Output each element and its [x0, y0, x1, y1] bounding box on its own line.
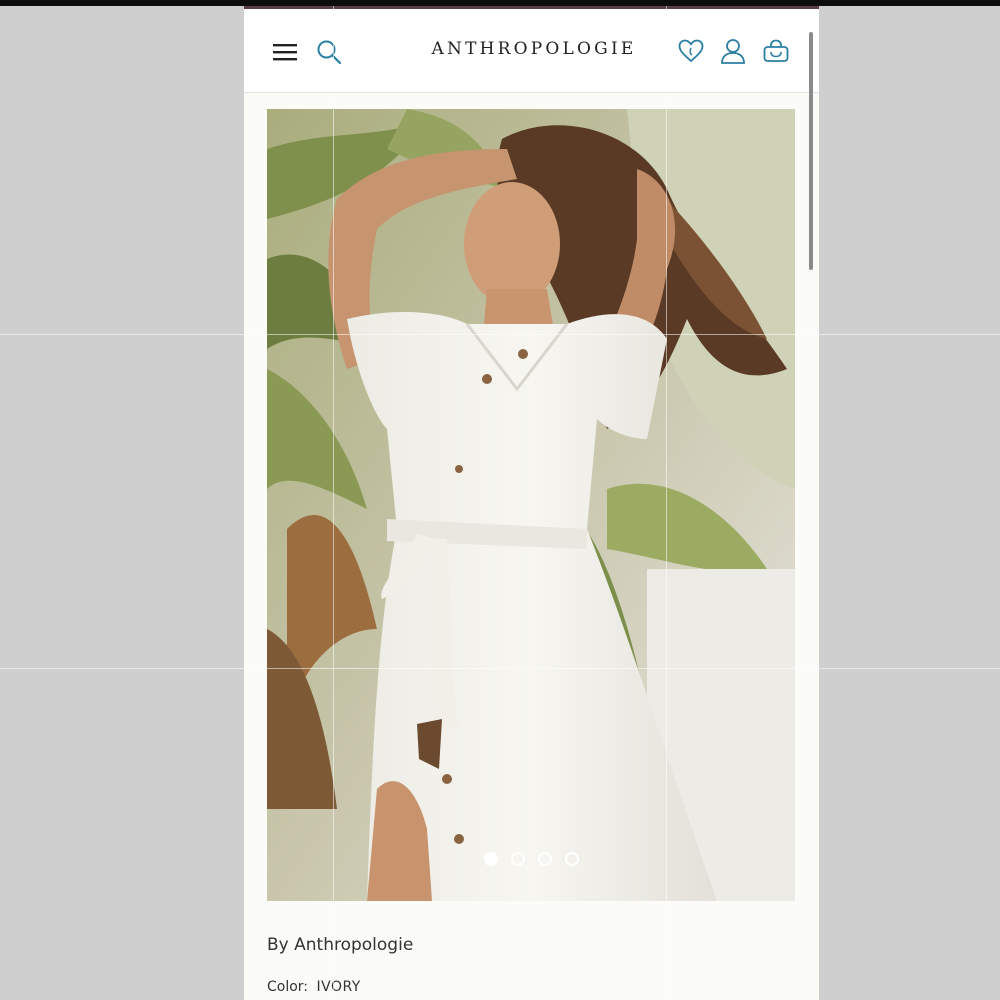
color-label: Color: [267, 979, 309, 995]
site-header: ANTHROPOLOGIE [244, 9, 819, 93]
color-value: IVORY [316, 979, 361, 995]
shopping-bag-button[interactable] [761, 36, 791, 66]
search-icon [317, 40, 342, 65]
grid-line-horizontal [0, 668, 1000, 669]
account-button[interactable] [718, 36, 748, 66]
carousel-dot-3[interactable] [537, 852, 552, 866]
wishlist-button[interactable] [676, 36, 706, 66]
product-photo [267, 109, 795, 901]
menu-icon [273, 44, 297, 61]
color-selection: Color: IVORY [267, 979, 361, 995]
product-brand-link[interactable]: By Anthropologie [267, 935, 413, 955]
heart-icon [678, 39, 704, 63]
bag-icon [763, 39, 789, 62]
mobile-viewport: ANTHROPOLOGIE By Anthropologie Color: IV… [244, 6, 819, 1000]
scrollbar[interactable] [809, 32, 813, 270]
carousel-dot-1[interactable] [483, 852, 498, 866]
carousel-dot-4[interactable] [564, 852, 579, 866]
brand-logo[interactable]: ANTHROPOLOGIE [394, 39, 674, 59]
carousel-dot-2[interactable] [510, 852, 525, 866]
carousel-pagination [267, 852, 795, 866]
user-icon [721, 39, 745, 64]
grid-line-horizontal [0, 334, 1000, 335]
grid-line-vertical [666, 6, 667, 1000]
menu-button[interactable] [270, 37, 300, 67]
product-image-carousel[interactable] [267, 109, 795, 901]
grid-line-vertical [333, 6, 334, 1000]
search-button[interactable] [314, 37, 344, 67]
